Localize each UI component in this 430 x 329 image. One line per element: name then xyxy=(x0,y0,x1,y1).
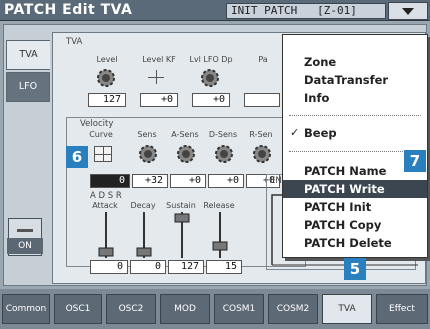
a-sens-knob[interactable] xyxy=(176,144,196,164)
decay-value[interactable]: 0 xyxy=(130,260,166,274)
param-label-release: Release xyxy=(203,201,235,210)
decay-slider[interactable] xyxy=(134,212,154,258)
menu-item-info[interactable]: Info xyxy=(283,89,427,107)
menu-separator xyxy=(289,151,421,152)
a-sens-value[interactable]: +0 xyxy=(170,174,206,188)
d-sens-knob[interactable] xyxy=(214,144,234,164)
pa-value[interactable] xyxy=(244,93,280,107)
tab-tva[interactable]: TVA xyxy=(322,294,372,324)
lvl-lfo-dp-value[interactable]: +0 xyxy=(192,93,230,107)
check-icon: ✓ xyxy=(290,126,300,139)
attack-slider[interactable] xyxy=(96,212,116,258)
release-slider[interactable] xyxy=(210,212,230,258)
side-tab-lfo[interactable]: LFO xyxy=(6,72,50,102)
r-sens-knob[interactable] xyxy=(252,144,272,164)
lvl-lfo-dp-knob[interactable] xyxy=(200,68,220,88)
menu-item-data-transfer[interactable]: DataTransfer xyxy=(283,71,427,89)
callout-badge-6: 6 xyxy=(66,146,88,168)
d-sens-value[interactable]: +0 xyxy=(208,174,244,188)
velocity-curve-icon[interactable] xyxy=(94,146,112,162)
menu-item-patch-write[interactable]: PATCH Write xyxy=(283,180,427,198)
sens-value[interactable]: +32 xyxy=(132,174,168,188)
menu-item-patch-copy[interactable]: PATCH Copy xyxy=(283,216,427,234)
on-indicator xyxy=(17,229,33,232)
menu-separator xyxy=(289,115,421,116)
triangle-down-icon xyxy=(402,8,414,15)
on-label: ON xyxy=(7,238,43,254)
tab-osc2[interactable]: OSC2 xyxy=(106,294,156,324)
menu-item-patch-init[interactable]: PATCH Init xyxy=(283,198,427,216)
env-label: EN xyxy=(270,176,282,186)
param-label-r-sens: R-Sen xyxy=(249,130,273,139)
side-tab-tva[interactable]: TVA xyxy=(6,40,50,70)
level-value[interactable]: 127 xyxy=(88,93,126,107)
attack-value[interactable]: 0 xyxy=(90,260,128,274)
curve-value[interactable]: 0 xyxy=(90,174,130,188)
on-toggle-button[interactable]: ON xyxy=(7,218,43,256)
bottom-tab-bar: Common OSC1 OSC2 MOD COSM1 COSM2 TVA Eff… xyxy=(0,289,430,329)
menu-item-patch-delete[interactable]: PATCH Delete xyxy=(283,234,427,252)
param-label-pa: Pa xyxy=(258,55,268,64)
param-label-level-kf: Level KF xyxy=(142,55,176,64)
menu-item-beep-label: Beep xyxy=(304,126,337,140)
param-label-lvl-lfo-dp: Lvl LFO Dp xyxy=(189,55,233,64)
tab-cosm1[interactable]: COSM1 xyxy=(214,294,264,324)
callout-badge-7: 7 xyxy=(404,150,426,172)
tab-mod[interactable]: MOD xyxy=(160,294,210,324)
callout-badge-5: 5 xyxy=(344,258,366,280)
param-label-level: Level xyxy=(96,55,118,64)
window-title: PATCH Edit TVA xyxy=(4,2,133,18)
menu-item-beep[interactable]: ✓ Beep xyxy=(283,124,427,142)
patch-name-display: INIT PATCH [Z-01] xyxy=(226,3,386,19)
tva-section-label: TVA xyxy=(66,37,83,47)
sustain-value[interactable]: 127 xyxy=(168,260,204,274)
sustain-slider[interactable] xyxy=(172,212,192,258)
tab-cosm2[interactable]: COSM2 xyxy=(268,294,318,324)
menu-button[interactable] xyxy=(388,2,428,20)
adsr-section-label: A D S R xyxy=(90,191,122,201)
velocity-section-label: Velocity xyxy=(80,119,114,129)
level-kf-value[interactable]: +0 xyxy=(140,93,178,107)
menu-item-zone[interactable]: Zone xyxy=(283,53,427,71)
release-value[interactable]: 15 xyxy=(206,260,242,274)
title-bar: PATCH Edit TVA INIT PATCH [Z-01] xyxy=(0,0,430,21)
level-knob[interactable] xyxy=(96,68,116,88)
dropdown-menu: Zone DataTransfer Info ✓ Beep PATCH Name… xyxy=(282,34,428,258)
tab-common[interactable]: Common xyxy=(2,294,50,324)
tab-effect[interactable]: Effect xyxy=(376,294,428,324)
sens-knob[interactable] xyxy=(138,144,158,164)
tab-osc1[interactable]: OSC1 xyxy=(54,294,102,324)
level-kf-graph-icon[interactable] xyxy=(148,70,166,86)
param-label-curve: Curve xyxy=(89,130,113,139)
